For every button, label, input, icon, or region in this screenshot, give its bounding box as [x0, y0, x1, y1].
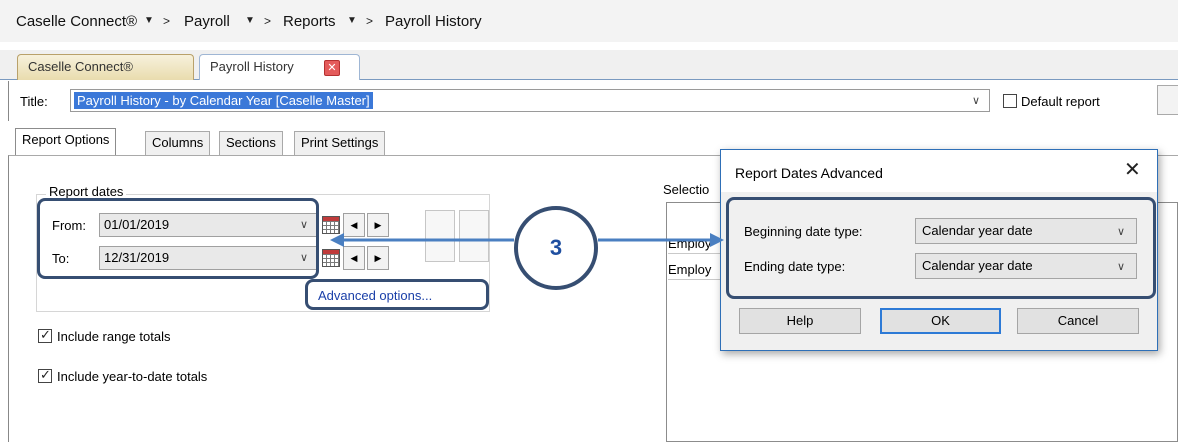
callout-connector — [330, 233, 724, 247]
arrow-left-icon — [330, 233, 344, 247]
arrow-right-icon — [710, 233, 724, 247]
step-number-callout: 3 — [514, 206, 598, 290]
